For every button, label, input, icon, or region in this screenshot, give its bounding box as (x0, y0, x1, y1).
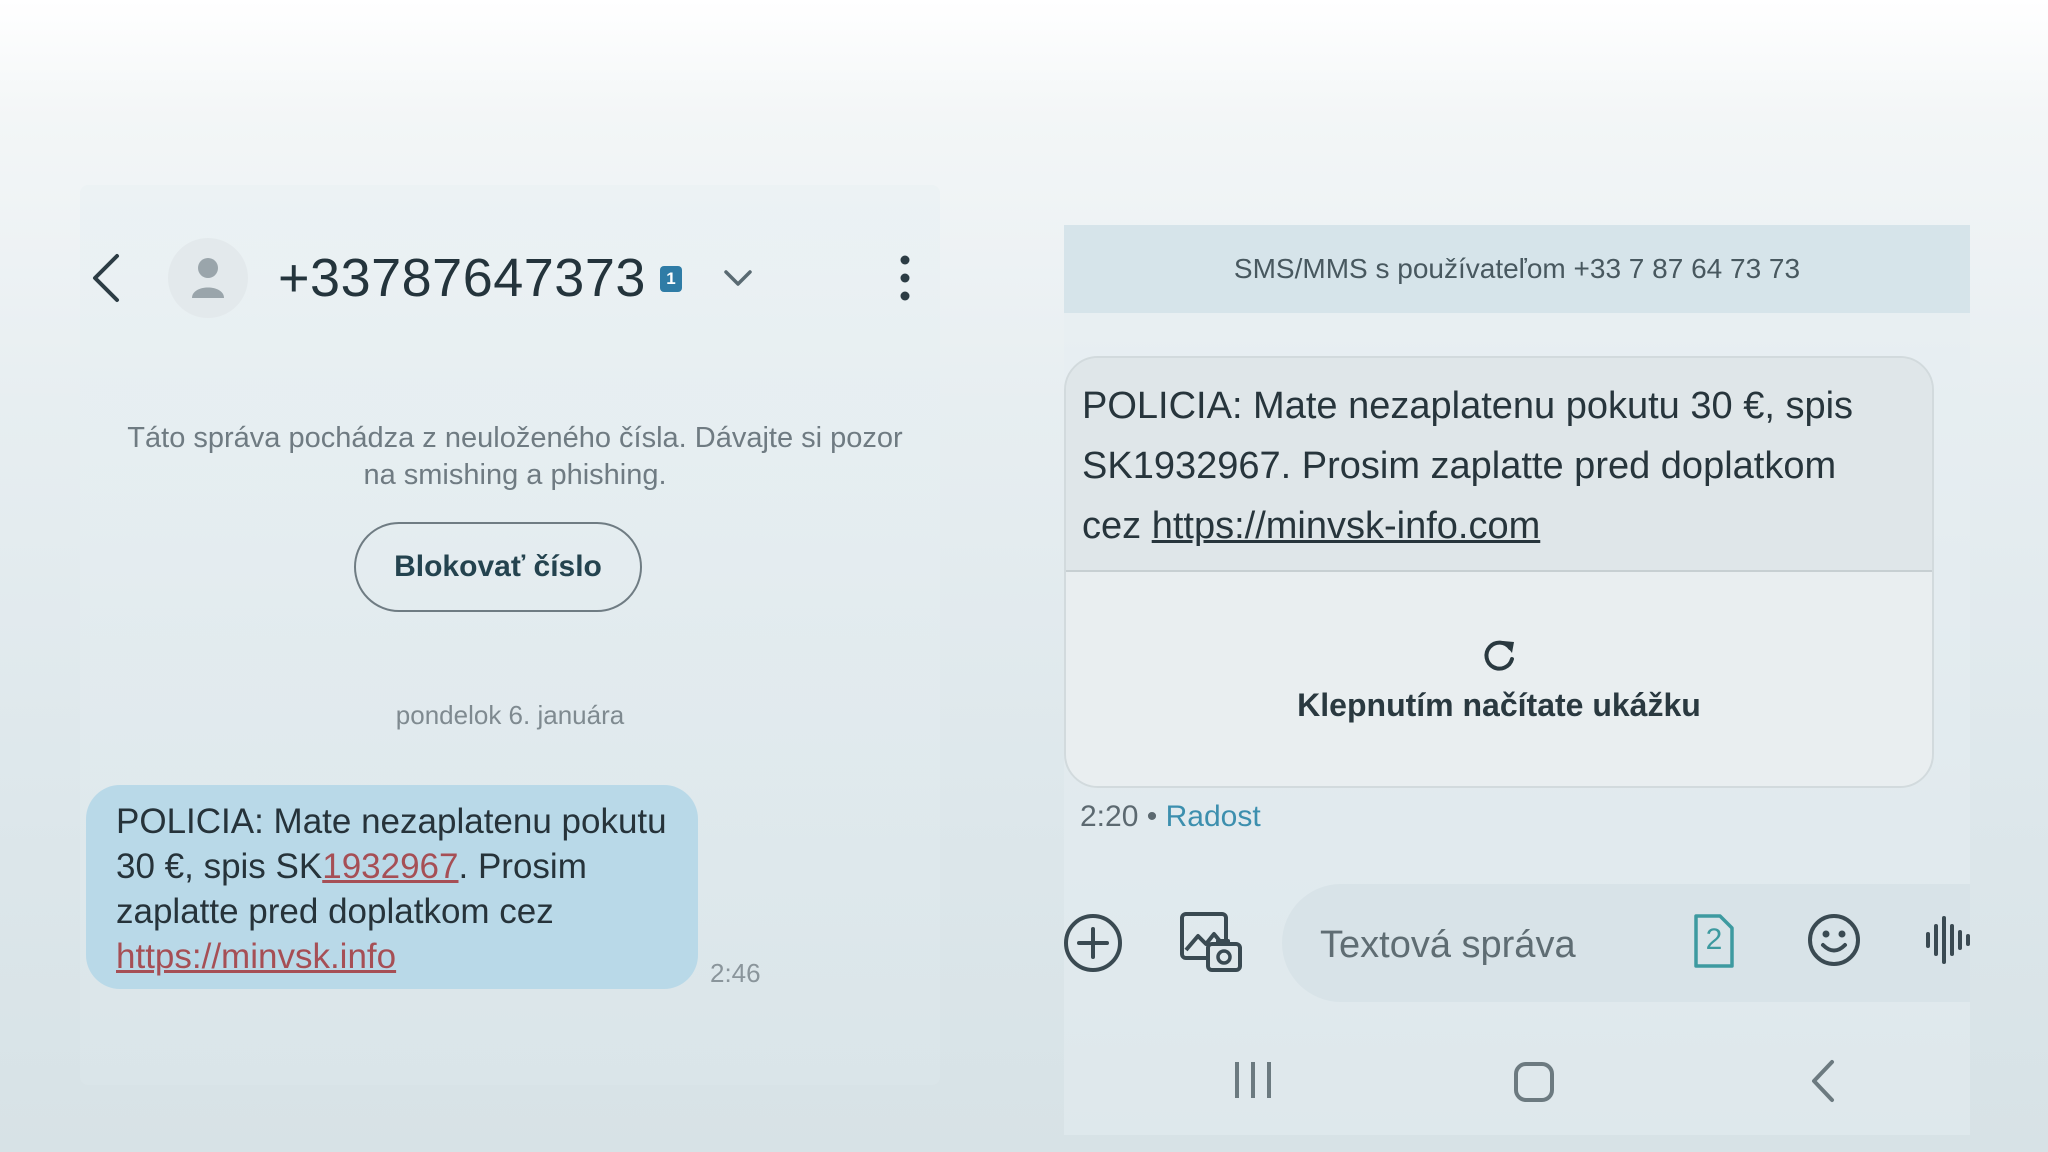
sim-selector-button[interactable]: 2 (1690, 912, 1736, 970)
received-message-bubble[interactable]: POLICIA: Mate nezaplatenu pokutu 30 €, s… (1064, 356, 1934, 788)
back-arrow-icon (93, 254, 119, 302)
contact-avatar-icon (192, 258, 224, 298)
voice-icon (1926, 916, 1970, 964)
nav-back-button[interactable] (1808, 1058, 1838, 1104)
message-timestamp: 2:46 (710, 958, 761, 988)
load-preview-label: Klepnutím načítate ukážku (1297, 686, 1701, 723)
add-circle-icon (1064, 914, 1122, 972)
sim-number-label: 2 (1705, 923, 1723, 956)
nav-recents-icon (1235, 1062, 1271, 1098)
phishing-url-link[interactable]: https://minvsk-info.com (1152, 505, 1541, 547)
message-timestamp: 2:20 (1080, 800, 1139, 833)
more-options-button[interactable] (896, 254, 914, 302)
nav-home-button[interactable] (1512, 1060, 1556, 1104)
voice-message-button[interactable] (1924, 914, 1970, 966)
link-preview-loader[interactable]: Klepnutím načítate ukážku (1066, 572, 1932, 786)
phishing-url-link[interactable]: https://minvsk.info (116, 937, 396, 976)
message-meta: 2:20 • Radost (1080, 800, 1261, 834)
gallery-camera-button[interactable] (1178, 910, 1244, 976)
more-vert-icon (900, 255, 910, 301)
reference-number-link[interactable]: 1932967 (322, 847, 458, 886)
nav-back-icon (1812, 1060, 1834, 1102)
contact-details-dropdown[interactable] (720, 266, 756, 290)
message-text: POLICIA: Mate nezaplatenu pokutu 30 €, s… (1082, 376, 1892, 556)
refresh-icon (1484, 640, 1514, 671)
nav-recents-button[interactable] (1232, 1058, 1274, 1102)
message-body: POLICIA: Mate nezaplatenu pokutu 30 €, s… (1066, 358, 1932, 572)
received-message-bubble[interactable]: POLICIA: Mate nezaplatenu pokutu 30 €, s… (86, 785, 698, 989)
emoji-icon (1808, 914, 1860, 966)
message-input[interactable] (1318, 916, 1662, 974)
date-separator: pondelok 6. januára (395, 700, 625, 730)
unsaved-number-warning: Táto správa pochádza z neuloženého čísla… (127, 422, 903, 491)
sim-badge-icon: 1 (660, 266, 682, 292)
gallery-icon (1180, 912, 1242, 972)
attach-button[interactable] (1062, 912, 1124, 974)
contact-avatar[interactable] (168, 238, 248, 318)
message-text: POLICIA: Mate nezaplatenu pokutu 30 €, s… (116, 799, 670, 979)
meta-separator: • (1146, 800, 1158, 833)
chevron-down-icon (724, 270, 752, 286)
block-number-button[interactable]: Blokovať číslo (354, 522, 642, 612)
emoji-button[interactable] (1806, 912, 1862, 968)
nav-home-icon (1514, 1062, 1554, 1102)
conversation-header: SMS/MMS s používateľom +33 7 87 64 73 73 (1064, 225, 1970, 313)
contact-number-title[interactable]: +33787647373 (278, 246, 646, 310)
back-button[interactable] (84, 245, 128, 311)
message-status: Radost (1165, 800, 1261, 833)
